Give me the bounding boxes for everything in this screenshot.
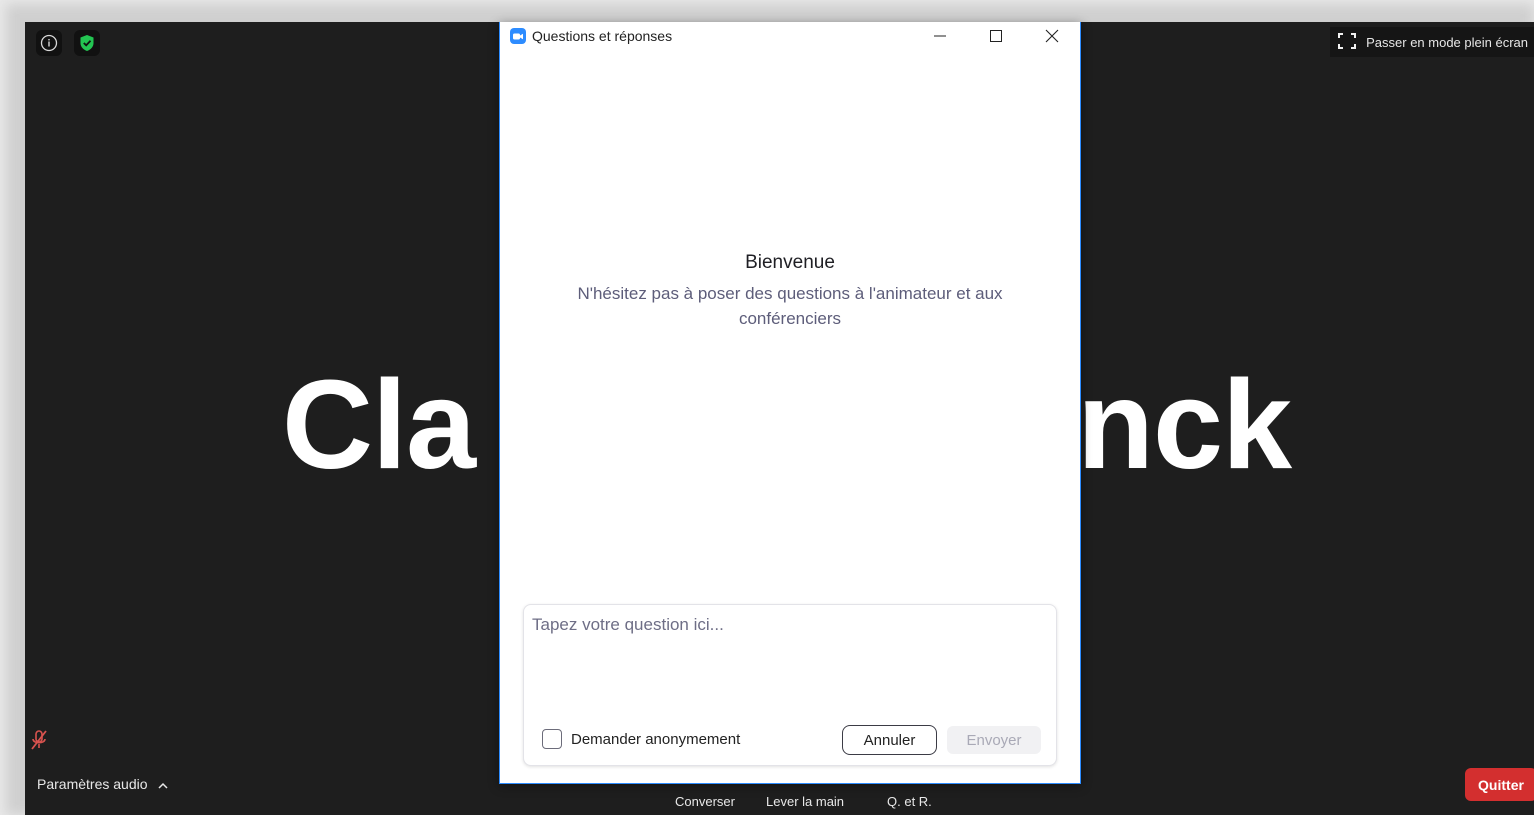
zoom-app-icon <box>510 28 526 44</box>
welcome-message: Bienvenue N'hésitez pas à poser des ques… <box>539 252 1041 331</box>
audio-settings-label: Paramètres audio <box>37 776 148 792</box>
cancel-button[interactable]: Annuler <box>842 725 937 755</box>
question-composer: Demander anonymement Annuler Envoyer <box>523 604 1057 766</box>
qa-button[interactable]: Q. et R. <box>887 794 932 809</box>
send-button[interactable]: Envoyer <box>947 726 1041 754</box>
fullscreen-button[interactable]: Passer en mode plein écran <box>1330 27 1534 57</box>
muted-mic-icon <box>30 729 48 756</box>
chat-button[interactable]: Converser <box>675 794 735 809</box>
audio-settings-button[interactable]: Paramètres audio <box>37 776 168 792</box>
question-input[interactable] <box>530 613 1049 707</box>
fullscreen-icon <box>1338 32 1357 52</box>
anonymous-label: Demander anonymement <box>571 730 741 748</box>
welcome-text: N'hésitez pas à poser des questions à l'… <box>577 284 1003 328</box>
participant-name-left: Cla <box>282 354 476 495</box>
security-shield-icon[interactable] <box>74 30 100 56</box>
minimize-icon[interactable] <box>912 22 968 50</box>
info-icon[interactable] <box>36 30 62 56</box>
close-icon[interactable] <box>1024 22 1080 50</box>
qa-dialog: Questions et réponses Bienvenue N'hésite… <box>499 22 1081 784</box>
maximize-icon[interactable] <box>968 22 1024 50</box>
welcome-title: Bienvenue <box>745 252 835 273</box>
anonymous-toggle[interactable]: Demander anonymement <box>542 729 740 749</box>
dialog-titlebar[interactable]: Questions et réponses <box>500 22 1080 50</box>
window-frame: Passer en mode plein écran Cla nck Param… <box>0 0 1534 815</box>
quit-button[interactable]: Quitter <box>1465 768 1534 801</box>
fullscreen-label: Passer en mode plein écran <box>1366 34 1528 50</box>
anonymous-checkbox[interactable] <box>542 729 562 749</box>
participant-name-right: nck <box>1077 354 1292 495</box>
raise-hand-button[interactable]: Lever la main <box>766 794 844 809</box>
chevron-up-icon <box>157 776 168 792</box>
meeting-toolbar: Converser Lever la main Q. et R. <box>25 780 1534 814</box>
dialog-title: Questions et réponses <box>532 28 673 44</box>
